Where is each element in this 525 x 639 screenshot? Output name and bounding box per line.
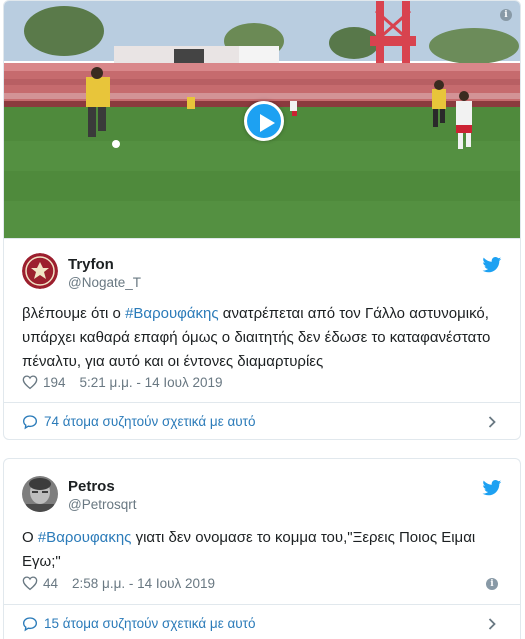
author-name[interactable]: Tryfon	[68, 256, 114, 273]
author-name[interactable]: Petros	[68, 478, 115, 495]
tweet-meta: 194 5:21 μ.μ. - 14 Ιουλ 2019	[22, 374, 223, 390]
discussion-link[interactable]: 74 άτομα συζητούν σχετικά με αυτό	[4, 402, 520, 439]
play-icon	[260, 114, 275, 132]
twitter-bird-icon[interactable]	[482, 480, 502, 496]
tweet-card: i Tryfon @Nogate_T βλέπουμε ότι ο #Βαρου…	[3, 0, 521, 440]
discussion-link[interactable]: 15 άτομα συζητούν σχετικά με αυτό	[4, 604, 520, 639]
tweet-text: βλέπουμε ότι ο #Βαρουφάκης ανατρέπεται α…	[22, 302, 502, 374]
tweet-text-before: βλέπουμε ότι ο	[22, 305, 126, 322]
tweet-text: Ο #Βαρουφακης γιατι δεν ονομασε το κομμα…	[22, 526, 502, 574]
tweet-timestamp[interactable]: 5:21 μ.μ. - 14 Ιουλ 2019	[80, 375, 223, 390]
heart-icon[interactable]	[22, 575, 38, 591]
heart-icon[interactable]	[22, 374, 38, 390]
author-handle[interactable]: @Nogate_T	[68, 275, 141, 290]
author-handle[interactable]: @Petrosqrt	[68, 497, 136, 512]
hashtag-link[interactable]: #Βαρουφάκης	[125, 305, 219, 322]
hashtag-link[interactable]: #Βαρουφακης	[38, 529, 132, 546]
info-icon[interactable]: i	[486, 578, 498, 590]
discussion-label: 15 άτομα συζητούν σχετικά με αυτό	[44, 616, 256, 631]
play-button[interactable]	[244, 101, 284, 141]
tweet-card: Petros @Petrosqrt Ο #Βαρουφακης γιατι δε…	[3, 458, 521, 639]
chevron-right-icon	[488, 618, 496, 630]
discussion-label: 74 άτομα συζητούν σχετικά με αυτό	[44, 414, 256, 429]
chevron-right-icon	[488, 416, 496, 428]
like-count[interactable]: 194	[43, 375, 66, 390]
avatar[interactable]	[22, 476, 58, 512]
tweet-timestamp[interactable]: 2:58 μ.μ. - 14 Ιουλ 2019	[72, 576, 215, 591]
user-photo-avatar	[22, 476, 58, 512]
media-info-icon[interactable]: i	[500, 9, 512, 21]
twitter-bird-icon[interactable]	[482, 257, 502, 273]
tweet-meta: 44 2:58 μ.μ. - 14 Ιουλ 2019	[22, 575, 215, 591]
tweet-text-before: Ο	[22, 529, 38, 546]
video-media[interactable]: i	[4, 1, 520, 239]
avatar[interactable]	[22, 253, 58, 289]
reply-bubble-icon	[22, 414, 38, 429]
like-count[interactable]: 44	[43, 576, 58, 591]
reply-bubble-icon	[22, 616, 38, 631]
club-crest-avatar	[22, 253, 58, 289]
